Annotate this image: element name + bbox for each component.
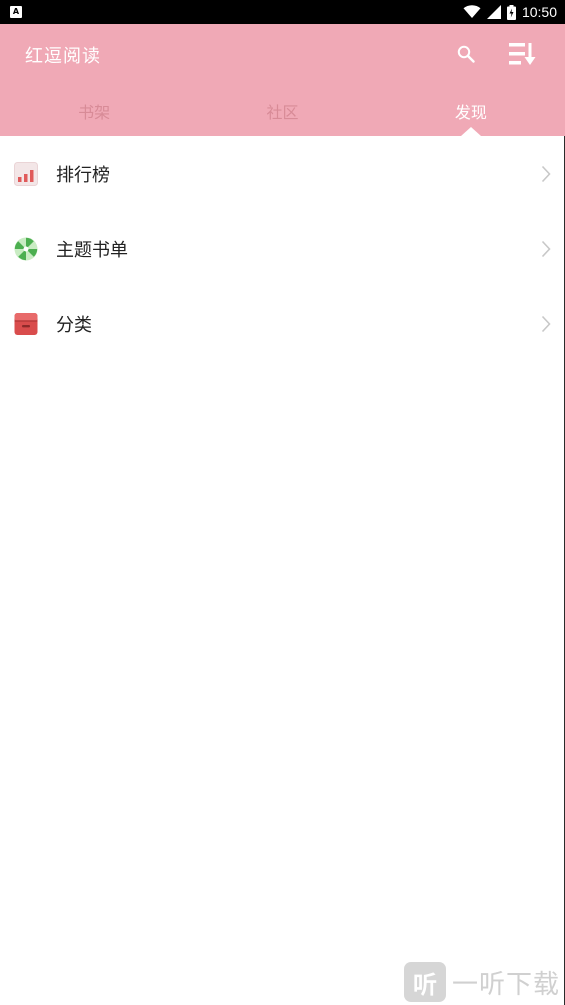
menu-item-label: 排行榜: [56, 164, 110, 186]
tab-label: 社区: [266, 103, 299, 122]
wifi-icon: [463, 5, 481, 18]
app-header: 红逗阅读 书架 社区 发现: [0, 24, 565, 136]
active-tab-indicator: [460, 127, 481, 136]
watermark-badge: 听: [404, 962, 446, 1002]
chevron-right-icon: [539, 164, 553, 184]
sort-button[interactable]: [506, 38, 540, 70]
status-left: A: [10, 6, 22, 18]
notification-icon: A: [10, 6, 22, 18]
tab-community[interactable]: 社区: [188, 94, 376, 136]
chevron-right-icon: [539, 314, 553, 334]
battery-icon: [506, 4, 516, 20]
discover-menu-list: 排行榜 主题书单 分类: [0, 136, 565, 361]
signal-icon: [486, 5, 501, 19]
sort-list-icon: [509, 43, 536, 65]
archive-box-icon: [14, 312, 38, 336]
tab-label: 书架: [78, 103, 111, 122]
menu-item-rankings[interactable]: 排行榜: [0, 136, 565, 211]
tab-bar: 书架 社区 发现: [0, 94, 565, 136]
status-bar: A 10:50: [0, 0, 565, 24]
menu-item-theme-booklists[interactable]: 主题书单: [0, 211, 565, 286]
watermark: 听 一听下载: [404, 962, 560, 1002]
search-button[interactable]: [452, 40, 480, 68]
tab-label: 发现: [454, 103, 487, 122]
status-right: 10:50: [463, 4, 557, 20]
menu-item-label: 分类: [56, 314, 92, 336]
tab-discover[interactable]: 发现: [377, 94, 565, 136]
search-icon: [457, 45, 475, 63]
app-title: 红逗阅读: [25, 46, 101, 67]
watermark-text: 一听下载: [452, 969, 561, 1000]
watermark-badge-glyph: 听: [413, 970, 437, 999]
chevron-right-icon: [539, 239, 553, 259]
bar-chart-icon: [14, 161, 38, 186]
menu-item-categories[interactable]: 分类: [0, 286, 565, 361]
tab-bookshelf[interactable]: 书架: [0, 94, 188, 136]
pinwheel-icon: [14, 237, 38, 261]
status-time: 10:50: [521, 4, 557, 20]
menu-item-label: 主题书单: [56, 239, 128, 261]
notification-glyph: A: [12, 7, 20, 16]
